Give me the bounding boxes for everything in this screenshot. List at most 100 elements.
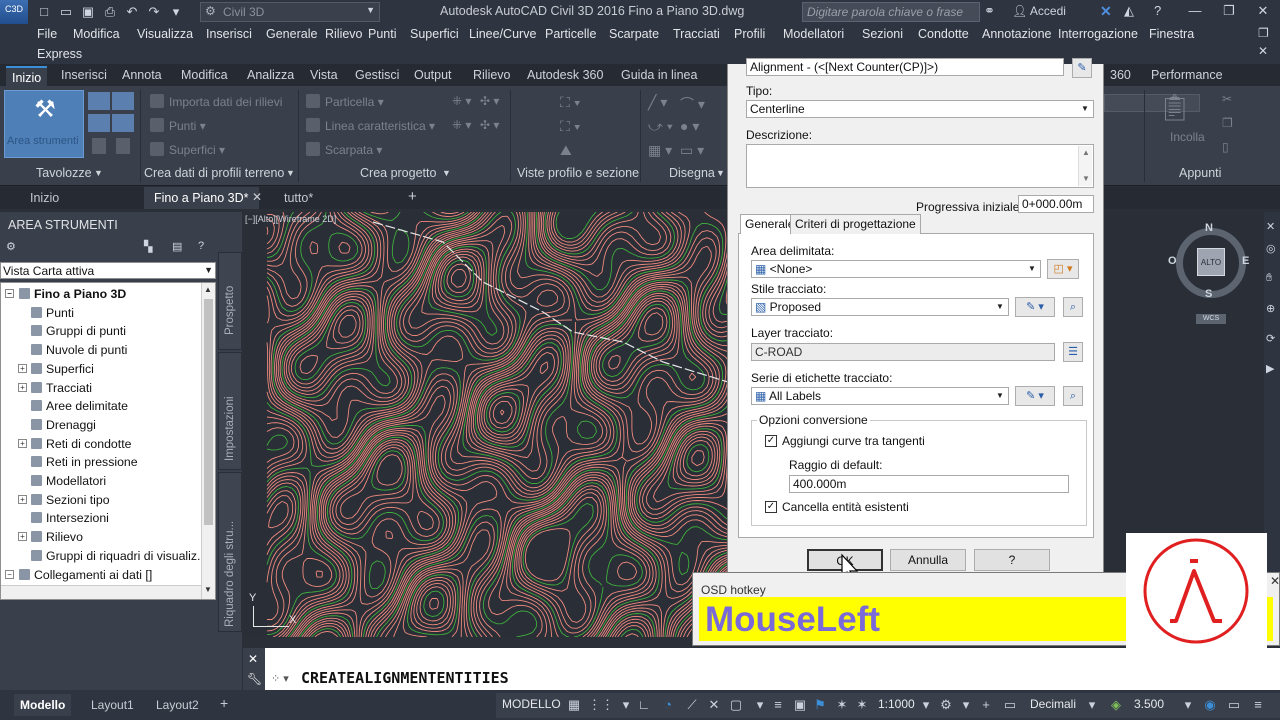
compass-east[interactable]: E (1242, 255, 1249, 267)
menu-file[interactable]: File (37, 27, 57, 41)
menu-particelle[interactable]: Particelle (545, 27, 596, 41)
compass-south[interactable]: S (1205, 288, 1212, 300)
autodesk-360-icon[interactable]: ◭ (1124, 3, 1134, 19)
toolspace-settings-icon[interactable]: ⚙ (6, 240, 16, 253)
hierarchy-icon[interactable]: ▚ (144, 240, 152, 253)
tree-item[interactable]: − Fino a Piano 3D (1, 285, 126, 303)
panel-title-crea-dati[interactable]: Crea dati di profili terreno (144, 166, 284, 180)
nav-close-icon[interactable]: ✕ (1266, 220, 1275, 233)
help-icon[interactable]: ? (1154, 3, 1161, 18)
panel-title-disegna[interactable]: Disegna (669, 166, 715, 180)
menu-linee-curve[interactable]: Linee/Curve (469, 27, 536, 41)
menu-scarpate[interactable]: Scarpate (609, 27, 659, 41)
menu-interrogazione[interactable]: Interrogazione (1058, 27, 1138, 41)
model-space-button[interactable]: MODELLO (502, 697, 561, 711)
layout-tab-modello[interactable]: Modello (14, 694, 72, 716)
minimize-icon[interactable]: — (1178, 3, 1212, 19)
chevron-down-icon[interactable]: ▾ (918, 697, 934, 713)
customize-status-icon[interactable]: ≡ (1250, 697, 1266, 713)
intersection-icon[interactable]: ⁜ ▾ (452, 118, 471, 132)
grid-icon[interactable]: ▦ (566, 697, 582, 713)
orbit-icon[interactable]: ⟳ (1266, 332, 1275, 345)
doc-tab-tutto[interactable]: tutto* (274, 187, 323, 209)
vtab-riquadro[interactable]: Riquadro degli stru... (218, 472, 242, 632)
tab-360[interactable]: 360 (1110, 68, 1131, 82)
zoom-icon[interactable]: ⊕ (1266, 302, 1275, 315)
pipe-icon[interactable]: ⁜ ▾ (452, 94, 471, 108)
palette-icon-1[interactable] (88, 92, 110, 110)
list-view-icon[interactable]: ▤ (172, 240, 182, 253)
layer-stack-icon[interactable]: ◈ (1108, 697, 1124, 713)
binoculars-icon[interactable]: ⚭ (984, 3, 995, 19)
compass-west[interactable]: O (1168, 255, 1177, 267)
annotation-scale-icon[interactable]: ✶ (854, 697, 870, 713)
vtab-prospetto[interactable]: Prospetto (218, 252, 242, 350)
tree-item[interactable]: Gruppi di riquadri di visualiz... (1, 547, 207, 565)
search-input[interactable]: Digitare parola chiave o frase (802, 2, 980, 22)
edit-label-set-icon[interactable]: ✎ ▾ (1015, 386, 1055, 406)
menu-punti[interactable]: Punti (368, 27, 397, 41)
chevron-down-icon[interactable]: ▼ (286, 168, 295, 178)
import-survey-button[interactable]: Importa dati dei rilievi (150, 94, 282, 109)
snap-icon[interactable]: ⋮⋮ (588, 697, 614, 713)
menu-inserisci[interactable]: Inserisci (206, 27, 252, 41)
workspace-select[interactable]: ⚙ Civil 3D ▼ (200, 2, 380, 22)
chevron-down-icon[interactable]: ▾ (1084, 697, 1100, 713)
palette-icon-6[interactable] (116, 138, 130, 154)
area-select[interactable]: ▦ <None> ▼ (751, 260, 1041, 278)
tree-item[interactable]: Gruppi di punti (1, 322, 126, 340)
tree-item[interactable]: − Collegamenti ai dati [] (1, 566, 152, 584)
tree-item[interactable]: Reti in pressione (1, 453, 138, 471)
create-site-icon[interactable]: ◰ ▾ (1047, 259, 1079, 279)
tree-item[interactable]: + Tracciati (1, 379, 92, 397)
tree-item[interactable]: Punti (1, 304, 74, 322)
close-command-line-icon[interactable]: ✕ (248, 652, 258, 666)
osd-close-icon[interactable]: ✕ (1270, 574, 1280, 588)
object-snap-icon[interactable]: ▢ (728, 697, 744, 713)
toolspace-button[interactable]: ⚒ Area strumenti (4, 90, 84, 158)
polar-tracking-icon[interactable]: ◔ (660, 697, 676, 713)
tab-output[interactable]: Output (414, 68, 452, 82)
tipo-select[interactable]: Centerline ▼ (746, 100, 1094, 118)
customize-qat-icon[interactable]: ▾ (168, 4, 184, 20)
scroll-down-icon[interactable]: ▼ (1082, 174, 1090, 183)
tree-expand-icon[interactable]: + (18, 494, 27, 504)
annulla-button[interactable]: Annulla (890, 549, 966, 571)
tree-item[interactable]: Nuvole di punti (1, 341, 127, 359)
menu-modellatori[interactable]: Modellatori (783, 27, 844, 41)
pan-icon[interactable]: ✋︎ (1266, 272, 1272, 285)
raggio-input[interactable]: 400.000m (789, 475, 1069, 493)
arc-icon[interactable]: ⌒ ▾ (680, 94, 705, 114)
tree-horizontal-scrollbar[interactable] (1, 585, 201, 599)
surfaces-button[interactable]: Superfici ▾ (150, 142, 225, 157)
restore-icon[interactable]: ❐ (1258, 26, 1269, 40)
viewcube-face[interactable]: ALTO (1197, 248, 1225, 276)
lineweight-icon[interactable]: ≡ (770, 697, 786, 713)
tree-collapse-icon[interactable]: − (5, 289, 14, 298)
ortho-icon[interactable]: ∟ (636, 697, 652, 713)
feature-line-button[interactable]: Linea caratteristica ▾ (306, 118, 435, 133)
vtab-impostazioni[interactable]: Impostazioni (218, 352, 242, 470)
tree-item[interactable]: + Rilievo (1, 528, 83, 546)
maximize-icon[interactable]: ❐ (1212, 3, 1246, 19)
line-icon[interactable]: ╱ ▾ (648, 94, 667, 111)
menu-condotte[interactable]: Condotte (918, 27, 969, 41)
palette-icon-3[interactable] (88, 114, 110, 132)
tab-inizio[interactable]: Inizio (6, 66, 48, 86)
name-template-icon[interactable]: ✎ (1072, 58, 1092, 78)
menu-express[interactable]: Express (37, 47, 82, 61)
tree-collapse-icon[interactable]: − (5, 569, 14, 579)
descrizione-scrollbar[interactable]: ▲ ▼ (1078, 146, 1092, 186)
tree-item[interactable]: + Sezioni tipo (1, 491, 110, 509)
hardware-acceleration-icon[interactable]: ▭ (1226, 697, 1242, 713)
aggiungi-curve-checkbox[interactable]: ✓ (765, 435, 777, 447)
menu-finestra[interactable]: Finestra (1149, 27, 1194, 41)
menu-annotazione[interactable]: Annotazione (982, 27, 1052, 41)
tree-expand-icon[interactable]: + (18, 532, 27, 542)
annotation-scale-value[interactable]: 1:1000 (878, 697, 915, 711)
panel-title-viste-profilo[interactable]: Viste profilo e sezione (517, 166, 639, 180)
edit-style-icon[interactable]: ✎ ▾ (1015, 297, 1055, 317)
object-snap-tracking-icon[interactable]: ✕ (706, 697, 722, 713)
chevron-down-icon[interactable]: ▼ (716, 168, 725, 178)
tab-modifica[interactable]: Modifica (181, 68, 228, 82)
